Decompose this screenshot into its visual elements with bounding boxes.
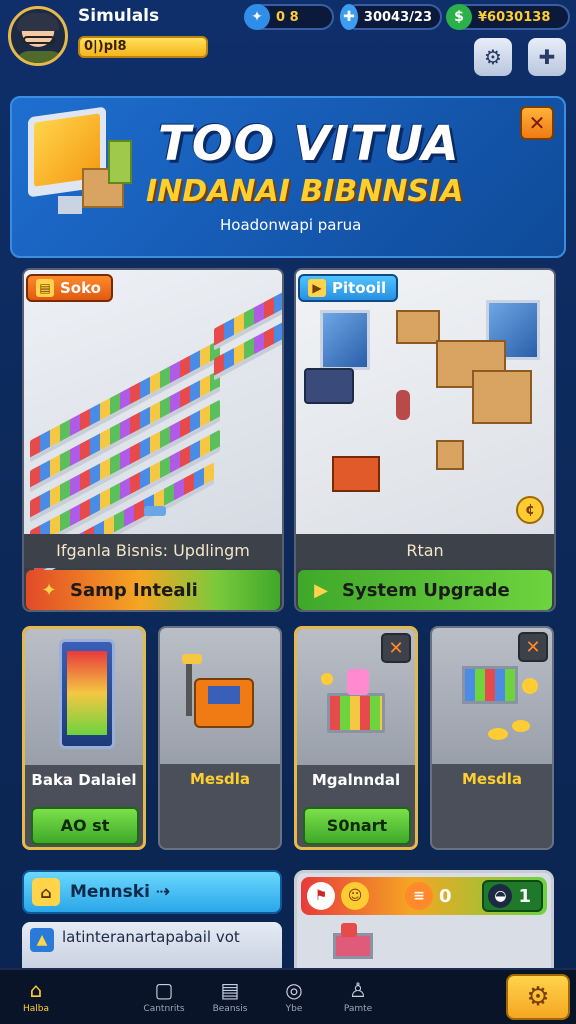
gear-icon: ⚙ bbox=[526, 982, 550, 1012]
flag-icon: ⚑ bbox=[307, 882, 335, 910]
resource-energy-value: 30043/23 bbox=[363, 9, 432, 25]
shop-caption: Ifganla Bisnis: Updlingm bbox=[24, 534, 282, 568]
item-card-1[interactable]: Baka Dalaiel AO st bbox=[22, 626, 146, 850]
plus-icon: ✚ bbox=[340, 4, 358, 30]
promo-banner[interactable]: TOO VITUA INDANAI BIBNNSIA Hoadonwapi pa… bbox=[10, 96, 566, 258]
bowl-icon: ◒ bbox=[488, 884, 513, 908]
resource-energy[interactable]: ✚ 30043/23 bbox=[340, 4, 442, 30]
hammer-icon: ✦ bbox=[41, 579, 57, 601]
stats-panel[interactable]: ⚑ ☺ ≡ 0 ◒ 1 bbox=[294, 870, 554, 972]
nav-business[interactable]: ▤ Beansis bbox=[200, 976, 260, 1014]
player-name: Simulals bbox=[78, 6, 160, 26]
menu-button[interactable]: ⌂ Mennski ⇢ bbox=[22, 870, 282, 914]
avatar-cap bbox=[17, 13, 59, 31]
shop-tag: ▤ Soko bbox=[26, 274, 113, 302]
item-card-4[interactable]: ✕ Mesdla bbox=[430, 626, 554, 850]
nav-profile-label: Pamte bbox=[343, 1004, 373, 1014]
info-icon: ▲ bbox=[30, 928, 54, 952]
gear-nav-icon: ◎ bbox=[285, 978, 303, 1002]
avatar-shirt bbox=[15, 51, 65, 63]
gem-icon: ✦ bbox=[244, 4, 270, 30]
home-icon: ⌂ bbox=[32, 878, 60, 906]
info-panel[interactable]: ▲ latinteranartapabail vot bbox=[22, 922, 282, 972]
store-interior-illustration bbox=[296, 270, 554, 534]
item-card-1-button[interactable]: AO st bbox=[31, 807, 139, 845]
settings-button[interactable]: ⚙ bbox=[506, 974, 570, 1020]
home-nav-icon: ⌂ bbox=[29, 978, 43, 1002]
item-card-2-label: Mesdla bbox=[189, 770, 251, 788]
business-card-shop[interactable]: ▤ Soko Ifganla Bisnis: Updlingm ✦ Samp I… bbox=[22, 268, 284, 612]
shop-action-label: Samp Inteali bbox=[70, 579, 198, 601]
coin-icon[interactable]: ¢ bbox=[516, 496, 544, 524]
person-nav-icon: ♙ bbox=[349, 978, 367, 1002]
banner-close-button[interactable]: ✕ bbox=[520, 106, 554, 140]
store-tag-icon: ▶ bbox=[308, 279, 326, 297]
item-card-4-label: Mesdla bbox=[461, 770, 523, 788]
nav-contracts[interactable]: ▢ Cantnrits bbox=[134, 976, 194, 1014]
level-bar: 0|)pl8 bbox=[78, 36, 208, 58]
arrow-icon: ▶ bbox=[314, 579, 328, 601]
banner-caption: Hoadonwapi parua bbox=[220, 216, 362, 234]
item-card-2[interactable]: Mesdla bbox=[158, 626, 282, 850]
nav-upgrades-label: Ybe bbox=[285, 1004, 303, 1014]
puzzle-button[interactable]: ✚ bbox=[528, 38, 566, 76]
player-avatar[interactable] bbox=[8, 6, 68, 66]
nav-business-label: Beansis bbox=[212, 1004, 248, 1014]
green-package-illustration bbox=[108, 140, 132, 184]
cash-register-illustration bbox=[160, 628, 280, 764]
system-upgrade-button[interactable]: ▶ System Upgrade bbox=[298, 570, 552, 610]
banner-subtitle-title: INDANAI BIBNNSIA bbox=[146, 174, 464, 209]
mini-cart-illustration bbox=[327, 923, 383, 969]
items-pill[interactable]: ◒ 1 bbox=[482, 880, 543, 912]
shop-tag-label: Soko bbox=[60, 279, 101, 297]
coins-count: 0 bbox=[439, 885, 452, 907]
resource-cash[interactable]: $ ¥6030138 bbox=[446, 4, 570, 30]
item-card-3-close-button[interactable]: ✕ bbox=[381, 633, 411, 663]
mascot-icon: ☺ bbox=[341, 882, 369, 910]
avatar-glasses bbox=[23, 36, 55, 44]
nav-upgrades[interactable]: ◎ Ybe bbox=[264, 976, 324, 1014]
close-icon: ✕ bbox=[528, 111, 546, 135]
supermarket-shelves-illustration bbox=[24, 270, 282, 580]
shop-action-button[interactable]: ✦ Samp Inteali bbox=[26, 570, 280, 610]
store-tag-label: Pitooil bbox=[332, 279, 387, 297]
nav-profile[interactable]: ♙ Pamte bbox=[328, 976, 388, 1014]
profile-settings-button[interactable]: ⚙ bbox=[474, 38, 512, 76]
document-nav-icon: ▤ bbox=[220, 978, 240, 1002]
stats-strip: ⚑ ☺ ≡ 0 ◒ 1 bbox=[301, 877, 547, 915]
item-card-4-close-button[interactable]: ✕ bbox=[518, 632, 548, 662]
profile-settings-icon: ⚙ bbox=[484, 45, 502, 69]
puzzle-icon: ✚ bbox=[538, 45, 556, 69]
resource-gems[interactable]: ✦ 0 8 bbox=[244, 4, 334, 30]
info-text: latinteranartapabail vot bbox=[62, 928, 240, 946]
catalog-illustration bbox=[25, 629, 143, 765]
item-card-3[interactable]: ✕ Mgalnndal S0nart bbox=[294, 626, 418, 850]
top-bar: Simulals 0|)pl8 ✦ 0 8 ✚ 30043/23 $ ¥6030… bbox=[0, 0, 576, 80]
burger-icon: ≡ bbox=[405, 882, 433, 910]
nav-home-label: Halba bbox=[22, 1004, 49, 1014]
item-card-1-label: Baka Dalaiel bbox=[31, 771, 137, 789]
items-count: 1 bbox=[518, 885, 531, 907]
square-nav-icon: ▢ bbox=[154, 978, 174, 1002]
cash-icon: $ bbox=[446, 4, 472, 30]
store-caption: Rtan bbox=[296, 534, 554, 568]
resource-gems-value: 0 8 bbox=[276, 9, 299, 25]
shop-tag-icon: ▤ bbox=[36, 279, 54, 297]
resource-cash-value: ¥6030138 bbox=[478, 9, 551, 25]
item-card-3-button[interactable]: S0nart bbox=[303, 807, 411, 845]
system-upgrade-label: System Upgrade bbox=[342, 579, 510, 601]
nav-home[interactable]: ⌂ Halba bbox=[6, 976, 66, 1014]
bottom-nav: ⌂ Halba ▢ Cantnrits ▤ Beansis ◎ Ybe ♙ Pa… bbox=[0, 968, 576, 1024]
item-card-3-label: Mgalnndal bbox=[311, 771, 401, 789]
menu-label: Mennski ⇢ bbox=[70, 882, 171, 902]
store-tag: ▶ Pitooil bbox=[298, 274, 399, 302]
nav-contracts-label: Cantnrits bbox=[143, 1004, 185, 1014]
business-card-store[interactable]: ¢ ▶ Pitooil Rtan ▶ System Upgrade bbox=[294, 268, 556, 612]
banner-title: TOO VITUA bbox=[158, 116, 460, 172]
